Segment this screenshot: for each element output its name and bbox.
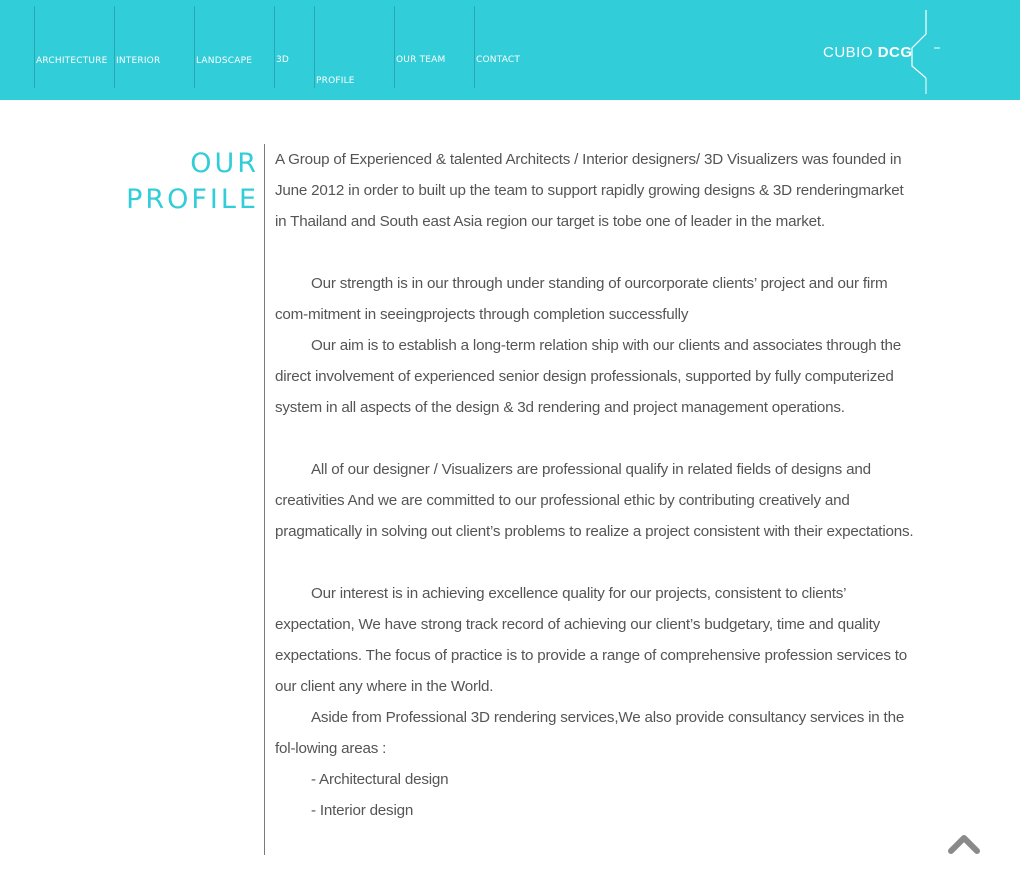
paragraph-services: Aside from Professional 3D rendering ser… [275,709,905,757]
profile-content: A Group of Experienced & talented Archit… [275,144,915,826]
page-title: OUR PROFILE [126,146,259,218]
nav-label-profile: PROFILE [316,76,355,86]
page-title-line-1: OUR [190,148,259,179]
brand-prefix: CUBIO [823,44,874,61]
cubio-logo-icon[interactable] [906,8,946,96]
paragraph-interest: Our interest is in achieving excellence … [275,585,908,695]
divider [264,144,265,855]
nav-label-our-team: OUR TEAM [396,55,446,65]
chevron-up-icon[interactable] [946,832,982,856]
page-title-line-2: PROFILE [126,184,259,215]
nav-item-profile[interactable]: PROFILE [314,6,394,88]
nav-label-architecture: ARCHITECTURE [36,56,108,66]
nav-item-contact[interactable]: CONTACT [474,6,554,88]
paragraph-strength: Our strength is in our through under sta… [275,275,888,323]
paragraph-aim: Our aim is to establish a long-term rela… [275,337,902,416]
list-item: - Architectural design [311,771,449,788]
nav-label-contact: CONTACT [476,55,521,65]
nav-item-interior[interactable]: INTERIOR [114,6,194,88]
paragraph-designers: All of our designer / Visualizers are pr… [275,461,914,540]
nav-label-landscape: LANDSCAPE [196,56,253,66]
paragraph-intro: A Group of Experienced & talented Archit… [275,151,904,230]
nav-label-interior: INTERIOR [116,56,161,66]
nav-item-architecture[interactable]: ARCHITECTURE [34,6,114,88]
nav-item-landscape[interactable]: LANDSCAPE [194,6,274,88]
nav-item-3d[interactable]: 3D [274,6,314,88]
brand-name[interactable]: CUBIO DCG [823,44,913,61]
nav-label-3d: 3D [276,55,290,65]
nav-item-our-team[interactable]: OUR TEAM [394,6,474,88]
list-item: - Interior design [311,802,414,819]
site-header: ARCHITECTURE INTERIOR LANDSCAPE 3D PROFI… [0,0,1020,100]
